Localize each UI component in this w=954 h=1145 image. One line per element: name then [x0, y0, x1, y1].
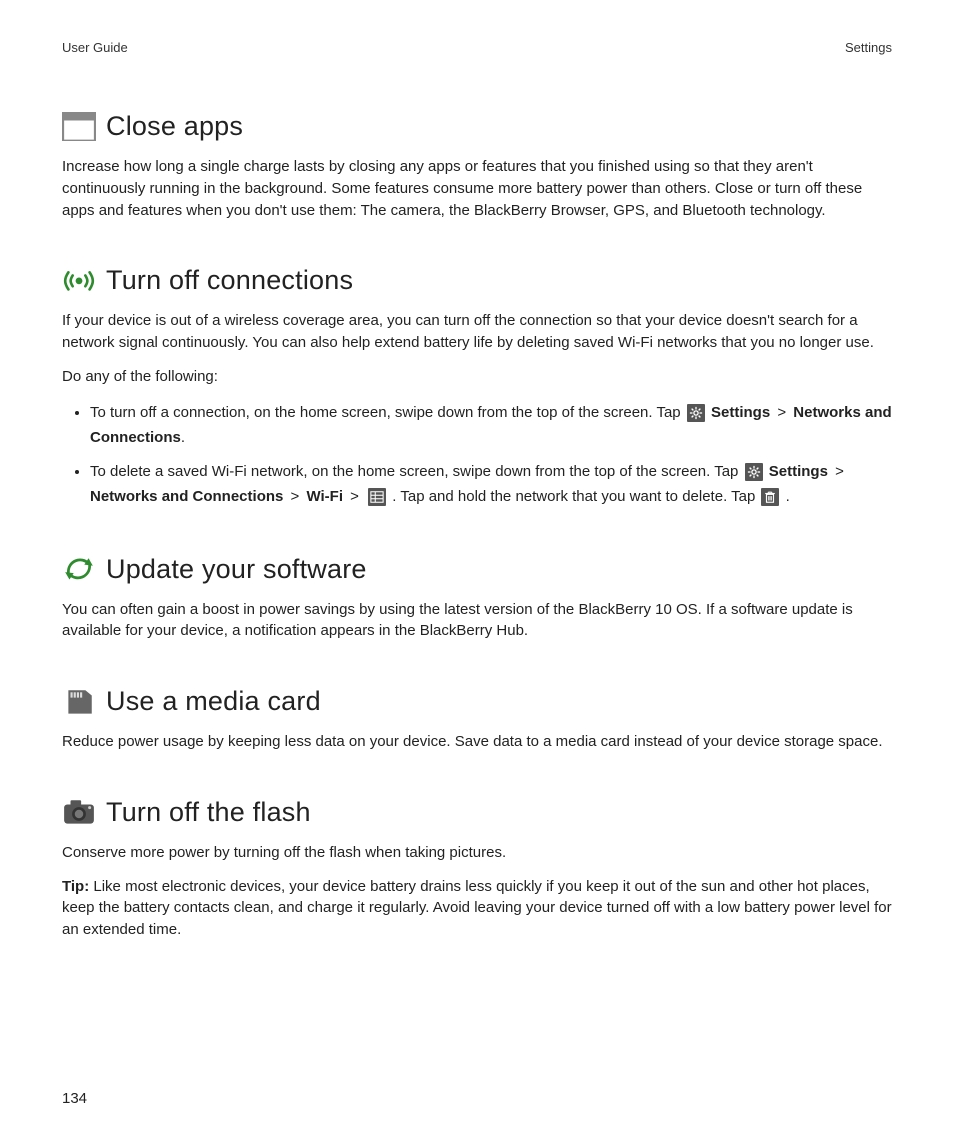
connections-bullets: To turn off a connection, on the home sc… — [62, 400, 892, 510]
tip-label: Tip: — [62, 878, 89, 895]
tip-body: Like most electronic devices, your devic… — [62, 878, 892, 939]
heading-update-software-text: Update your software — [106, 554, 367, 585]
section-media-card: Use a media card Reduce power usage by k… — [62, 686, 892, 753]
bullet1-period: . — [181, 429, 185, 446]
heading-turn-off-connections-text: Turn off connections — [106, 265, 353, 296]
bullet-delete-wifi: To delete a saved Wi-Fi network, on the … — [90, 459, 892, 510]
running-header: User Guide Settings — [62, 40, 892, 55]
settings-label: Settings — [711, 404, 770, 421]
flash-body: Conserve more power by turning off the f… — [62, 842, 892, 864]
bullet2-text-a: To delete a saved Wi-Fi network, on the … — [90, 463, 743, 480]
trash-icon — [761, 488, 779, 506]
section-update-software: Update your software You can often gain … — [62, 554, 892, 643]
turn-off-connections-body: If your device is out of a wireless cove… — [62, 310, 892, 354]
header-left: User Guide — [62, 40, 128, 55]
media-card-body: Reduce power usage by keeping less data … — [62, 731, 892, 753]
heading-flash: Turn off the flash — [62, 797, 892, 828]
page: User Guide Settings Close apps Increase … — [0, 0, 954, 941]
wifi-label: Wi-Fi — [306, 488, 343, 505]
camera-icon — [62, 797, 96, 827]
bullet2-text-b: . Tap and hold the network that you want… — [392, 488, 759, 505]
signal-icon — [62, 266, 96, 296]
panel-icon — [62, 112, 96, 142]
sd-card-icon — [62, 687, 96, 717]
gear-icon — [745, 463, 763, 481]
heading-flash-text: Turn off the flash — [106, 797, 311, 828]
heading-media-card-text: Use a media card — [106, 686, 321, 717]
heading-media-card: Use a media card — [62, 686, 892, 717]
do-any-text: Do any of the following: — [62, 366, 892, 388]
separator: > — [350, 488, 359, 505]
bullet2-period: . — [786, 488, 790, 505]
separator: > — [291, 488, 300, 505]
heading-close-apps-text: Close apps — [106, 111, 243, 142]
list-grid-icon — [368, 488, 386, 506]
page-number: 134 — [62, 1090, 87, 1107]
flash-tip: Tip: Like most electronic devices, your … — [62, 876, 892, 941]
update-software-body: You can often gain a boost in power savi… — [62, 599, 892, 643]
separator: > — [777, 404, 786, 421]
gear-icon — [687, 404, 705, 422]
bullet-turn-off-connection: To turn off a connection, on the home sc… — [90, 400, 892, 451]
networks-label-a: Networks — [793, 404, 865, 421]
heading-close-apps: Close apps — [62, 111, 892, 142]
section-close-apps: Close apps Increase how long a single ch… — [62, 111, 892, 221]
section-flash: Turn off the flash Conserve more power b… — [62, 797, 892, 941]
close-apps-body: Increase how long a single charge lasts … — [62, 156, 892, 221]
header-right: Settings — [845, 40, 892, 55]
settings-label-2: Settings — [769, 463, 828, 480]
refresh-icon — [62, 554, 96, 584]
bullet1-text-a: To turn off a connection, on the home sc… — [90, 404, 685, 421]
heading-turn-off-connections: Turn off connections — [62, 265, 892, 296]
networks-and-connections-label: Networks and Connections — [90, 488, 283, 505]
heading-update-software: Update your software — [62, 554, 892, 585]
separator: > — [835, 463, 844, 480]
section-turn-off-connections: Turn off connections If your device is o… — [62, 265, 892, 509]
